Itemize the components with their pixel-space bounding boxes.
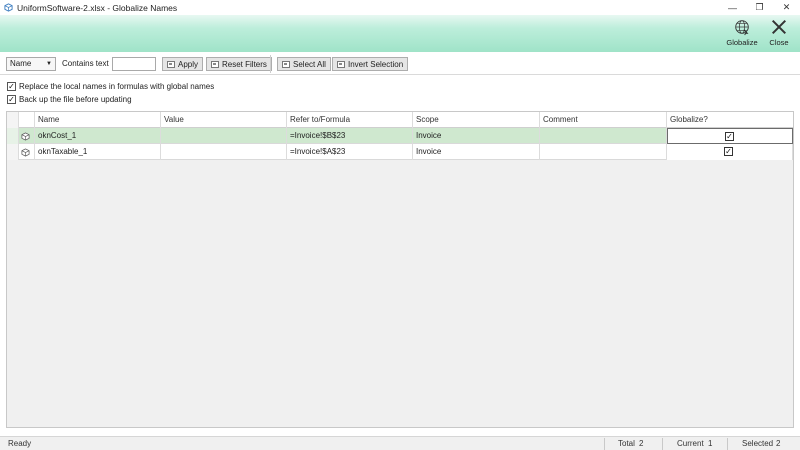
- total-value: 2: [639, 439, 644, 448]
- close-label: Close: [769, 38, 789, 47]
- filter-toolbar: Name ▼ Contains text Apply Reset Filters…: [0, 53, 800, 75]
- app-icon: [4, 3, 13, 12]
- filter-field-value: Name: [10, 59, 32, 68]
- total-label: Total: [618, 439, 635, 448]
- globalize-label: Globalize: [726, 38, 758, 47]
- formula-cell[interactable]: =Invoice!$B$23: [287, 128, 413, 144]
- row-icon-cell: [19, 144, 35, 160]
- chevron-down-icon: ▼: [46, 61, 52, 67]
- table-row[interactable]: oknCost_1 =Invoice!$B$23 Invoice ✓: [7, 128, 793, 144]
- grid-header: Name Value Refer to/Formula Scope Commen…: [7, 112, 793, 128]
- globalize-cell[interactable]: ✓: [667, 128, 793, 144]
- globalize-button[interactable]: Globalize: [724, 18, 760, 50]
- status-divider: [662, 438, 663, 450]
- contains-text-label: Contains text: [62, 59, 109, 68]
- status-bar: Ready Total 2 Current 1 Selected 2: [0, 436, 800, 450]
- comment-cell[interactable]: [540, 144, 667, 160]
- select-all-icon: [282, 60, 290, 68]
- column-header-comment[interactable]: Comment: [540, 112, 667, 128]
- apply-button[interactable]: Apply: [162, 57, 204, 71]
- table-row[interactable]: oknTaxable_1 =Invoice!$A$23 Invoice ✓: [7, 144, 793, 160]
- restore-button[interactable]: ❐: [746, 0, 773, 15]
- close-button[interactable]: Close: [761, 18, 797, 50]
- globe-icon: [735, 20, 749, 36]
- column-header-formula[interactable]: Refer to/Formula: [287, 112, 413, 128]
- column-header-scope[interactable]: Scope: [413, 112, 540, 128]
- backup-option[interactable]: ✓ Back up the file before updating: [7, 94, 132, 105]
- column-header-name[interactable]: Name: [35, 112, 161, 128]
- comment-cell[interactable]: [540, 128, 667, 144]
- replace-option-label: Replace the local names in formulas with…: [19, 82, 215, 91]
- filter-icon: [167, 60, 175, 68]
- value-cell[interactable]: [161, 144, 287, 160]
- scope-cell[interactable]: Invoice: [413, 144, 540, 160]
- invert-selection-button[interactable]: Invert Selection: [332, 57, 409, 71]
- name-cell[interactable]: oknTaxable_1: [35, 144, 161, 160]
- toolbar-divider: [270, 55, 271, 73]
- name-cube-icon: [21, 132, 30, 141]
- apply-label: Apply: [178, 59, 199, 69]
- current-value: 1: [708, 439, 713, 448]
- name-cell[interactable]: oknCost_1: [35, 128, 161, 144]
- status-divider: [604, 438, 605, 450]
- name-cube-icon: [21, 148, 30, 157]
- select-all-label: Select All: [293, 59, 326, 69]
- scope-cell[interactable]: Invoice: [413, 128, 540, 144]
- invert-selection-icon: [337, 60, 345, 68]
- select-all-button[interactable]: Select All: [277, 57, 331, 71]
- window-title: UniformSoftware-2.xlsx - Globalize Names: [17, 2, 178, 13]
- selected-label: Selected: [742, 439, 774, 448]
- reset-filter-icon: [211, 60, 219, 68]
- ribbon: Globalize Close: [0, 15, 800, 52]
- close-icon: [771, 19, 787, 35]
- replace-checkbox[interactable]: ✓: [7, 82, 16, 91]
- globalize-cell[interactable]: ✓: [667, 144, 793, 160]
- icon-column-header: [19, 112, 35, 128]
- current-label: Current: [677, 439, 704, 448]
- names-grid: Name Value Refer to/Formula Scope Commen…: [6, 111, 794, 428]
- status-text: Ready: [8, 439, 32, 448]
- row-header[interactable]: [7, 144, 19, 160]
- status-divider: [727, 438, 728, 450]
- corner-header: [7, 112, 19, 128]
- backup-checkbox[interactable]: ✓: [7, 95, 16, 104]
- backup-option-label: Back up the file before updating: [19, 95, 132, 104]
- filter-field-select[interactable]: Name ▼: [6, 57, 56, 71]
- reset-filters-label: Reset Filters: [222, 59, 267, 69]
- value-cell[interactable]: [161, 128, 287, 144]
- reset-filters-button[interactable]: Reset Filters: [206, 57, 272, 71]
- title-bar: UniformSoftware-2.xlsx - Globalize Names…: [0, 0, 800, 15]
- selected-value: 2: [776, 439, 781, 448]
- globalize-checkbox[interactable]: ✓: [725, 132, 734, 141]
- replace-option[interactable]: ✓ Replace the local names in formulas wi…: [7, 81, 214, 92]
- formula-cell[interactable]: =Invoice!$A$23: [287, 144, 413, 160]
- invert-selection-label: Invert Selection: [348, 59, 404, 69]
- window-close-button[interactable]: ✕: [773, 0, 800, 15]
- contains-text-input[interactable]: [112, 57, 156, 71]
- column-header-value[interactable]: Value: [161, 112, 287, 128]
- row-icon-cell: [19, 128, 35, 144]
- minimize-button[interactable]: —: [719, 0, 746, 15]
- column-header-globalize[interactable]: Globalize?: [667, 112, 793, 128]
- globalize-checkbox[interactable]: ✓: [724, 147, 733, 156]
- row-header[interactable]: [7, 128, 19, 144]
